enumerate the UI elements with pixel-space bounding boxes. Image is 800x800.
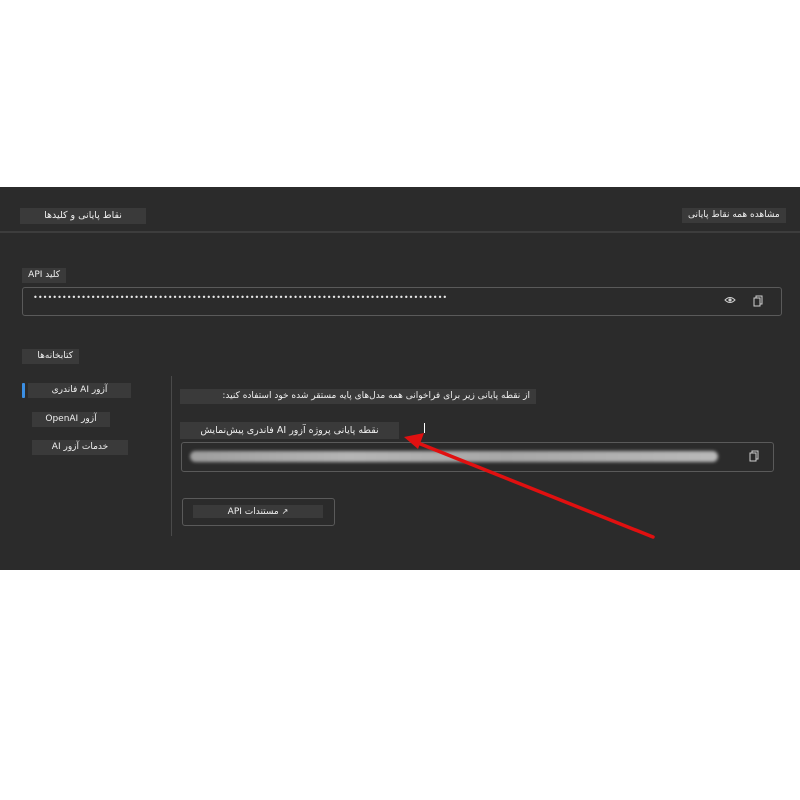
annotation-arrow [404, 433, 655, 539]
